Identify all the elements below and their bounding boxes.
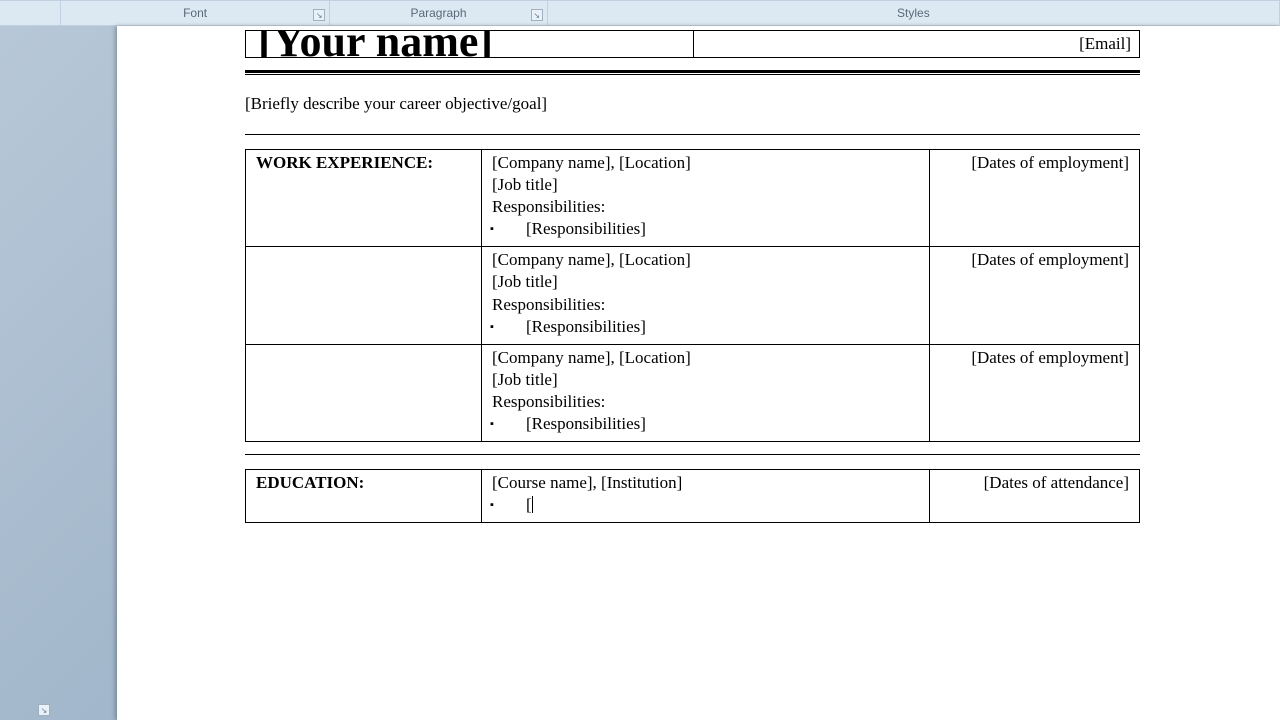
- work-experience-table: WORK EXPERIENCE: [Company name], [Locati…: [245, 149, 1140, 442]
- responsibility-bullet[interactable]: [Responsibilities]: [526, 218, 919, 240]
- text-cursor: [: [526, 495, 533, 514]
- education-bullet[interactable]: [: [526, 494, 919, 516]
- work-experience-heading-empty[interactable]: [246, 344, 482, 441]
- resume-content: [Your name] [Email] [Briefly describe yo…: [245, 30, 1140, 523]
- document-workspace: [Your name] [Email] [Briefly describe yo…: [0, 26, 1280, 720]
- table-row: [Company name], [Location] [Job title] R…: [246, 247, 1140, 344]
- job-title[interactable]: [Job title]: [492, 271, 919, 293]
- ribbon-group-styles-label: Styles: [897, 6, 930, 20]
- employment-dates[interactable]: [Dates of employment]: [930, 344, 1140, 441]
- objective-text[interactable]: [Briefly describe your career objective/…: [245, 93, 1140, 116]
- company-location[interactable]: [Company name], [Location]: [492, 347, 919, 369]
- table-row: WORK EXPERIENCE: [Company name], [Locati…: [246, 149, 1140, 246]
- employment-dates[interactable]: [Dates of employment]: [930, 247, 1140, 344]
- work-entry-details[interactable]: [Company name], [Location] [Job title] R…: [482, 344, 930, 441]
- header-email-cell[interactable]: [Email]: [694, 31, 1139, 57]
- ribbon-group-font-label: Font: [183, 6, 207, 20]
- responsibilities-label[interactable]: Responsibilities:: [492, 391, 919, 413]
- responsibilities-label[interactable]: Responsibilities:: [492, 196, 919, 218]
- attendance-dates[interactable]: [Dates of attendance]: [930, 470, 1140, 523]
- company-location[interactable]: [Company name], [Location]: [492, 152, 919, 174]
- your-name-placeholder[interactable]: [Your name]: [258, 31, 493, 57]
- email-placeholder[interactable]: [Email]: [1079, 34, 1131, 53]
- header-name-cell[interactable]: [Your name]: [246, 31, 694, 57]
- company-location[interactable]: [Company name], [Location]: [492, 249, 919, 271]
- responsibility-bullet[interactable]: [Responsibilities]: [526, 413, 919, 435]
- education-entry-details[interactable]: [Course name], [Institution] [: [482, 470, 930, 523]
- responsibilities-label[interactable]: Responsibilities:: [492, 294, 919, 316]
- table-row: [Company name], [Location] [Job title] R…: [246, 344, 1140, 441]
- table-row: EDUCATION: [Course name], [Institution] …: [246, 470, 1140, 523]
- work-entry-details[interactable]: [Company name], [Location] [Job title] R…: [482, 149, 930, 246]
- font-group-launcher[interactable]: [313, 9, 325, 21]
- education-heading[interactable]: EDUCATION:: [246, 470, 482, 523]
- header-row: [Your name] [Email]: [245, 30, 1140, 58]
- document-page[interactable]: [Your name] [Email] [Briefly describe yo…: [117, 26, 1280, 720]
- course-institution[interactable]: [Course name], [Institution]: [492, 472, 919, 494]
- paragraph-group-launcher[interactable]: [531, 9, 543, 21]
- ribbon-group-para-label: Paragraph: [410, 6, 466, 20]
- thick-divider: [245, 70, 1140, 75]
- job-title[interactable]: [Job title]: [492, 369, 919, 391]
- responsibility-bullet[interactable]: [Responsibilities]: [526, 316, 919, 338]
- ribbon-group-font: Font: [60, 1, 330, 25]
- job-title[interactable]: [Job title]: [492, 174, 919, 196]
- education-table: EDUCATION: [Course name], [Institution] …: [245, 469, 1140, 523]
- thin-divider-1: [245, 134, 1140, 135]
- ribbon-group-labels-row: Font Paragraph Styles: [0, 0, 1280, 26]
- ribbon-group-paragraph: Paragraph: [330, 1, 548, 25]
- work-entry-details[interactable]: [Company name], [Location] [Job title] R…: [482, 247, 930, 344]
- thin-divider-2: [245, 454, 1140, 455]
- work-experience-heading-empty[interactable]: [246, 247, 482, 344]
- work-experience-heading[interactable]: WORK EXPERIENCE:: [246, 149, 482, 246]
- employment-dates[interactable]: [Dates of employment]: [930, 149, 1140, 246]
- ribbon-group-styles: Styles: [548, 1, 1280, 25]
